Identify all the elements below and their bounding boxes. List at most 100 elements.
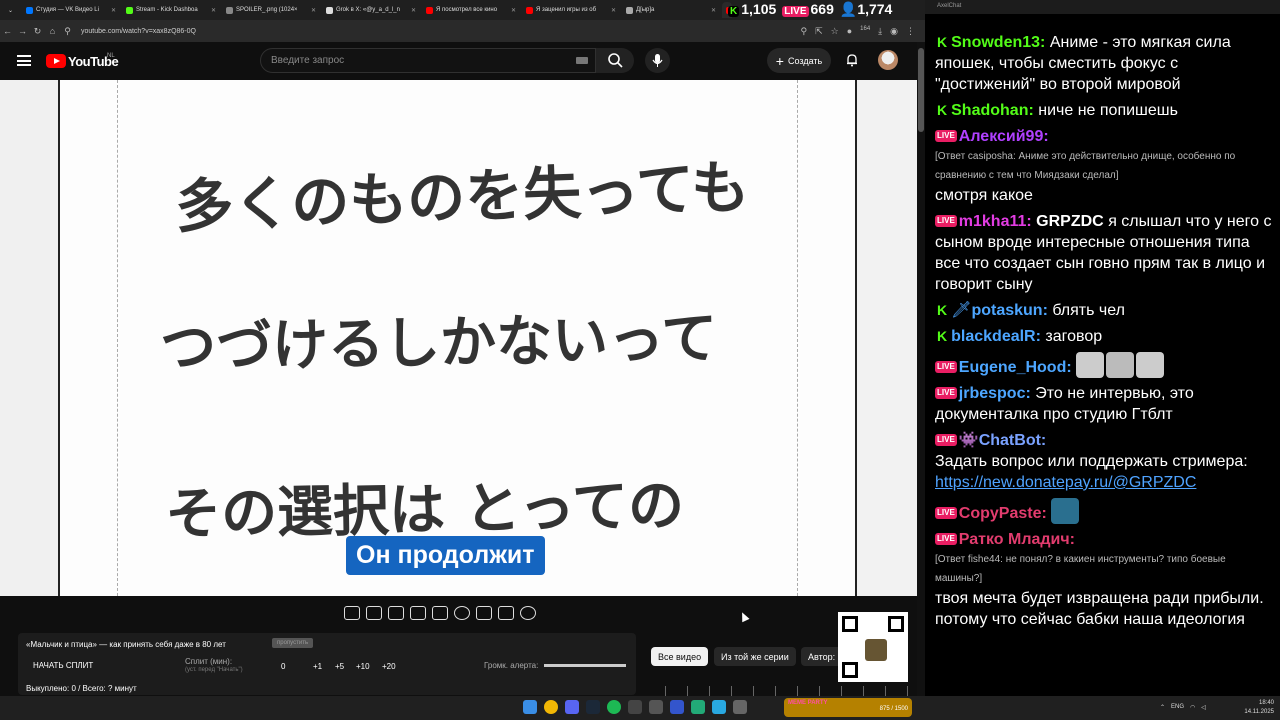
browser-menu-icon[interactable]: ⋮ xyxy=(906,26,915,37)
app-icon[interactable] xyxy=(649,700,663,714)
home-icon[interactable]: ⌂ xyxy=(45,26,60,36)
kick-icon: K xyxy=(728,6,740,17)
create-button[interactable]: + Создать xyxy=(767,48,831,73)
chevron-up-icon[interactable]: ⌃ xyxy=(1160,704,1165,711)
chat-message: K Snowden13: Аниме - это мягкая сила япош… xyxy=(935,34,1231,93)
kick-badge-icon: K xyxy=(935,328,950,344)
live-badge-icon: LIVE xyxy=(935,434,957,446)
app-icon[interactable] xyxy=(670,700,684,714)
subtitles-icon[interactable] xyxy=(388,606,404,620)
chrome-icon[interactable] xyxy=(544,700,558,714)
audio-icon[interactable] xyxy=(366,606,382,620)
add-icon[interactable] xyxy=(476,606,492,620)
close-icon[interactable]: ✕ xyxy=(511,7,516,14)
windows-taskbar: MEME PARTY 875 / 1500 ⌃ ENG ◠ ◁ 18:40 14… xyxy=(0,696,1280,720)
microphone-icon xyxy=(652,54,663,67)
scrollbar-thumb[interactable] xyxy=(918,48,924,132)
chip-all-videos[interactable]: Все видео xyxy=(651,647,709,666)
clapper-icon[interactable] xyxy=(410,606,426,620)
mention: GRPZDC xyxy=(1036,213,1104,230)
chat-message: LIVE Алексий99: [Ответ casiposha: Аниме эт… xyxy=(935,126,1275,206)
youtube-icon xyxy=(526,6,533,14)
back-icon[interactable]: ← xyxy=(0,26,15,36)
obs-icon[interactable] xyxy=(628,700,642,714)
close-icon[interactable]: ✕ xyxy=(411,7,416,14)
hamburger-menu-icon[interactable] xyxy=(17,55,31,66)
close-icon[interactable]: ✕ xyxy=(211,7,216,14)
browser-tab[interactable]: Я заценил игры из об ✕ xyxy=(522,2,620,18)
youtube-icon xyxy=(426,6,433,14)
loop-icon[interactable] xyxy=(344,606,360,620)
browser-tab[interactable]: Я посмотрел все кино ✕ xyxy=(422,2,520,18)
language-indicator[interactable]: ENG xyxy=(1171,704,1184,711)
chat-message: LIVE jrbespoc: Это не интервью, это докум… xyxy=(935,385,1194,423)
chip-author[interactable]: Автор: xyxy=(801,647,843,666)
picture-in-picture-icon[interactable] xyxy=(432,606,448,620)
close-icon[interactable]: ✕ xyxy=(711,7,716,14)
search-page-icon[interactable]: ⚲ xyxy=(800,26,807,37)
start-split-button[interactable]: НАЧАТЬ СПЛИТ xyxy=(33,661,93,670)
kick-badge-icon: K xyxy=(935,302,950,318)
increment-button[interactable]: +1 xyxy=(313,662,322,671)
close-icon[interactable]: ✕ xyxy=(111,7,116,14)
live-icon: LIVE xyxy=(782,6,809,17)
stream-stats: K 1,105 LIVE 669 👤1,774 xyxy=(728,0,892,18)
chat-message: K Shadohan: ниче не попишешь xyxy=(935,102,1178,119)
notifications-bell-icon[interactable] xyxy=(845,53,859,67)
bookmark-star-icon[interactable]: ☆ xyxy=(831,26,839,37)
youtube-logo-icon[interactable] xyxy=(46,54,66,68)
video-player[interactable]: 多くのものを失っても つづけるしかないって その選択は とっての Он прод… xyxy=(0,80,917,596)
screenshot-icon[interactable] xyxy=(498,606,514,620)
browser-tab[interactable]: Д[ыр]а ✕ xyxy=(622,2,720,18)
browser-tab[interactable]: Grok в X: «@y_a_d_l_n ✕ xyxy=(322,2,420,18)
telegram-icon[interactable] xyxy=(712,700,726,714)
url-field[interactable]: youtube.com/watch?v=xax8zQ86-0Q xyxy=(81,28,196,35)
browser-tab[interactable]: SPOILER_.png (1024× ✕ xyxy=(222,2,320,18)
browser-tab[interactable]: Stream - Kick Dashboa ✕ xyxy=(122,2,220,18)
share-icon[interactable]: ⇱ xyxy=(815,26,823,37)
skip-button[interactable]: пропустить xyxy=(272,638,314,648)
search-button[interactable] xyxy=(596,48,634,73)
live-badge-icon: LIVE xyxy=(935,361,957,373)
close-icon[interactable]: ✕ xyxy=(311,7,316,14)
settings-gear-icon[interactable] xyxy=(520,606,536,620)
reload-icon[interactable]: ↻ xyxy=(30,26,45,37)
close-icon[interactable]: ✕ xyxy=(611,7,616,14)
browser-tab[interactable]: Студия — VK Видео Li ✕ xyxy=(22,2,120,18)
donate-link[interactable]: https://new.donatepay.ru/@GRPZDC xyxy=(935,472,1275,493)
voice-search-button[interactable] xyxy=(645,48,670,73)
increment-button[interactable]: +10 xyxy=(356,662,370,671)
alert-volume-slider[interactable] xyxy=(544,664,626,667)
volume-icon[interactable]: ◁ xyxy=(1201,704,1206,711)
speed-icon[interactable] xyxy=(454,606,470,620)
chip-same-series[interactable]: Из той же серии xyxy=(714,647,796,666)
live-badge-icon: LIVE xyxy=(935,387,957,399)
tab-search-icon[interactable]: ⌄ xyxy=(4,2,20,18)
video-subtitle: Он продолжит xyxy=(346,536,545,575)
wifi-icon[interactable]: ◠ xyxy=(1190,704,1195,711)
keyboard-icon[interactable] xyxy=(576,57,588,64)
search-input[interactable]: Введите запрос xyxy=(260,48,596,73)
forward-icon[interactable]: → xyxy=(15,26,30,36)
music-widget[interactable]: MEME PARTY 875 / 1500 xyxy=(784,698,912,717)
app-icon[interactable] xyxy=(691,700,705,714)
increment-button[interactable]: +5 xyxy=(335,662,344,671)
app-icon[interactable] xyxy=(733,700,747,714)
increment-button[interactable]: +20 xyxy=(382,662,396,671)
user-icon: 👤 xyxy=(839,0,858,17)
start-icon[interactable] xyxy=(523,700,537,714)
steam-icon[interactable] xyxy=(586,700,600,714)
download-icon[interactable]: ⤓ xyxy=(878,26,882,37)
profile-icon[interactable]: ◉ xyxy=(890,26,898,37)
account-avatar[interactable] xyxy=(878,50,898,70)
site-info-icon[interactable]: ⚲ xyxy=(60,26,75,37)
chat-window-title: AxelChat xyxy=(925,0,1280,14)
spotify-icon[interactable] xyxy=(607,700,621,714)
extension-badge[interactable]: 164 xyxy=(860,26,870,37)
clock[interactable]: 18:40 14.11.2025 xyxy=(1238,699,1274,717)
extension-icon[interactable]: ● xyxy=(847,26,852,37)
page-scrollbar[interactable] xyxy=(917,42,925,696)
discord-icon[interactable] xyxy=(565,700,579,714)
kick-badge-icon: K xyxy=(935,102,950,118)
notebook-margin-left xyxy=(0,80,60,596)
